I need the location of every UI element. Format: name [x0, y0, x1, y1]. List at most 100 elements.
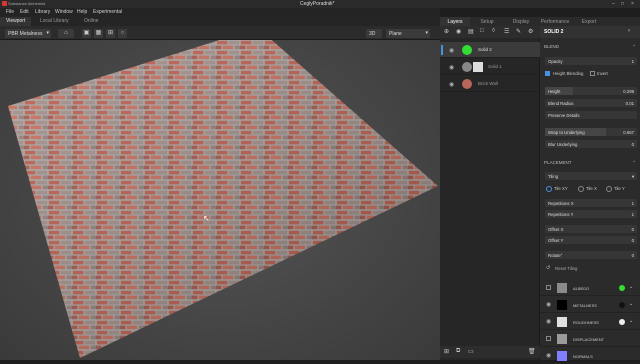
chevron-down-icon[interactable]: ⌄ — [629, 284, 633, 290]
channel-row-roughness[interactable]: ◉ ROUGHNESS ⌄ — [540, 314, 640, 330]
repetitions-x-field[interactable]: Repetitions X 1 — [545, 199, 637, 207]
title-bar: Substance Alchemist CeglyPoradnik* – □ × — [0, 0, 640, 8]
channel-checkbox[interactable] — [546, 285, 551, 290]
channel-row-metalness[interactable]: ◉ METALNESS ⌄ — [540, 297, 640, 313]
menu-file[interactable]: File — [6, 9, 14, 15]
tab-export[interactable]: Export — [574, 17, 604, 26]
tab-layers[interactable]: Layers — [440, 17, 470, 26]
layer-row-solid-2[interactable]: ◉ Solid 2 — [440, 42, 540, 58]
tab-online[interactable]: Online — [78, 17, 104, 26]
visibility-eye-icon[interactable]: ◉ — [546, 301, 551, 308]
environment-icon[interactable]: ⌂ — [58, 29, 74, 38]
grid-4-icon[interactable]: ⊞ — [106, 29, 115, 38]
height-blending-checkbox[interactable] — [545, 71, 550, 76]
repetitions-y-field[interactable]: Repetitions Y 1 — [545, 210, 637, 218]
visibility-eye-icon[interactable]: ◉ — [546, 318, 551, 325]
trash-icon[interactable]: 🗑 — [528, 348, 536, 355]
tab-performance[interactable]: Performance — [538, 17, 572, 26]
visibility-eye-icon[interactable]: ◉ — [449, 47, 456, 54]
offx-label: Offset X — [548, 226, 564, 232]
add-layer-icon[interactable]: ⊕ — [444, 28, 449, 35]
repy-value: 1 — [631, 211, 634, 217]
layers-icon[interactable]: ⧉ — [456, 348, 460, 355]
invert-checkbox[interactable] — [590, 71, 595, 76]
close-icon[interactable]: × — [631, 1, 634, 7]
roughness-thumb — [557, 317, 567, 327]
displacement-thumb — [557, 334, 567, 344]
metalness-thumb — [557, 300, 567, 310]
folder-icon[interactable]: ▭ — [468, 348, 474, 355]
visibility-eye-icon[interactable]: ◉ — [449, 64, 456, 71]
menu-edit[interactable]: Edit — [20, 9, 29, 15]
offset-y-field[interactable]: Offset Y 0 — [545, 236, 637, 244]
height-slider[interactable]: Height 0.299 — [545, 87, 637, 95]
tiling-mode-select[interactable]: Tiling ▾ — [545, 172, 637, 180]
wrap-underlying-slider[interactable]: Wrap to Underlying 0.657 — [545, 128, 637, 136]
collapse-icon[interactable]: ‹ — [628, 28, 630, 34]
menu-help[interactable]: Help — [77, 9, 87, 15]
tab-display[interactable]: Display — [506, 17, 536, 26]
view-mode-select[interactable]: 3D — [366, 29, 382, 38]
minimize-icon[interactable]: – — [612, 1, 615, 7]
blur-underlying-slider[interactable]: Blur Underlying 0 — [545, 140, 637, 148]
tile-x-label: Tile X — [586, 186, 597, 191]
reset-tiling-button[interactable]: Reset Tiling — [555, 266, 577, 271]
chevron-down-icon[interactable]: ⌄ — [629, 318, 633, 324]
view-tab-bar: Viewport Local Library Online — [0, 17, 440, 26]
menu-experimental[interactable]: Experimental — [93, 9, 122, 15]
tile-x-radio[interactable] — [578, 186, 584, 192]
channel-row-albedo[interactable]: ALBEDO ⌄ — [540, 280, 640, 296]
channel-color-dot[interactable] — [619, 285, 625, 291]
fill-icon[interactable]: ▤ — [468, 28, 474, 35]
chevron-up-icon: ⌃ — [632, 160, 636, 165]
properties-panel: SOLID 2 ‹ BLEND ⌃ Opacity 1 Height Blend… — [540, 26, 640, 364]
grid-icon[interactable]: ⊞ — [444, 348, 449, 355]
sphere-icon[interactable]: ○ — [118, 29, 127, 38]
channel-color-dot[interactable] — [619, 302, 625, 308]
blend-radius-slider[interactable]: Blend Radius 0.01 — [545, 99, 637, 107]
settings-icon[interactable]: ⚙ — [528, 28, 533, 35]
app-name: Substance Alchemist — [8, 1, 46, 6]
placement-section-header[interactable]: PLACEMENT ⌃ — [540, 158, 640, 167]
app-icon — [2, 1, 7, 6]
channel-checkbox[interactable] — [546, 336, 551, 341]
channel-name: ROUGHNESS — [573, 320, 599, 325]
preserve-details-slider[interactable]: Preserve Details — [545, 111, 637, 119]
tab-setup[interactable]: Setup — [472, 17, 502, 26]
image-view-icon[interactable]: ▣ — [82, 29, 91, 38]
opacity-field[interactable]: Opacity 1 — [545, 57, 637, 65]
channel-color-dot[interactable] — [619, 319, 625, 325]
offset-x-field[interactable]: Offset X 0 — [545, 225, 637, 233]
square-icon[interactable]: □ — [480, 28, 484, 34]
menu-library[interactable]: Library — [35, 9, 50, 15]
grid-2-icon[interactable]: ▦ — [94, 29, 103, 38]
channel-row-normals[interactable]: ◉ NORMALS — [540, 348, 640, 364]
blend-section-header[interactable]: BLEND ⌃ — [540, 42, 640, 51]
layer-row-solid-1[interactable]: ◉ Solid 1 — [440, 59, 540, 75]
drop-icon[interactable]: ◊ — [492, 28, 495, 34]
tab-viewport[interactable]: Viewport — [0, 17, 32, 26]
blur-value: 0 — [631, 141, 634, 147]
chevron-down-icon[interactable]: ⌄ — [629, 301, 633, 307]
menu-window[interactable]: Window — [55, 9, 73, 15]
paint-icon[interactable]: ✎ — [516, 28, 521, 35]
visibility-eye-icon[interactable]: ◉ — [449, 81, 456, 88]
shape-select[interactable]: Plane ▾ — [386, 29, 430, 38]
tile-xy-radio[interactable] — [546, 186, 552, 192]
tile-y-radio[interactable] — [606, 186, 612, 192]
shape-label: Plane — [389, 31, 402, 37]
layer-name: Solid 2 — [478, 47, 492, 52]
3d-viewport[interactable]: ↖ — [0, 40, 440, 360]
maximize-icon[interactable]: □ — [621, 1, 624, 7]
filter-icon[interactable]: ☰ — [504, 28, 509, 35]
rotate-field[interactable]: Rotate° 0 — [545, 251, 637, 259]
layer-row-brick-wall[interactable]: ◉ Brick Wall — [440, 76, 540, 92]
workflow-select[interactable]: PBR Metalness ▾ — [5, 29, 51, 38]
tab-local-library[interactable]: Local Library — [34, 17, 75, 26]
visibility-eye-icon[interactable]: ◉ — [546, 352, 551, 359]
chevron-down-icon: ▾ — [46, 30, 49, 36]
material-icon[interactable]: ◉ — [456, 28, 461, 35]
channel-row-displacement[interactable]: DISPLACEMENT — [540, 331, 640, 347]
layer-name: Solid 1 — [488, 64, 502, 69]
reset-icon[interactable]: ↺ — [546, 265, 550, 271]
